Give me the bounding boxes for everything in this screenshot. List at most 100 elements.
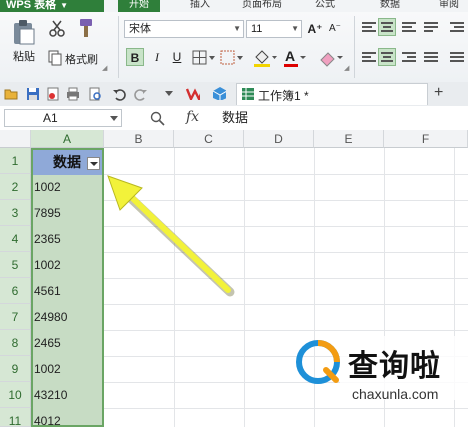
align-center-button[interactable]	[378, 48, 396, 66]
row-header-4[interactable]: 4	[0, 226, 31, 252]
undo-icon[interactable]	[112, 87, 126, 101]
search-magnifier-logo-icon	[296, 340, 340, 384]
app-menu-button[interactable]: WPS 表格 ▼	[0, 0, 104, 12]
column-selection-border	[31, 148, 104, 427]
new-tab-plus-icon[interactable]: +	[434, 84, 443, 102]
print-icon[interactable]	[66, 87, 80, 101]
formula-bar: A1 fx 数据	[0, 106, 468, 131]
row-header-1[interactable]: 1	[0, 148, 31, 174]
align-bottom-icon[interactable]	[402, 22, 416, 34]
font-color-glyph: A	[285, 48, 296, 64]
font-size-select[interactable]: 11 ▼	[246, 20, 302, 38]
font-name-value: 宋体	[129, 23, 151, 35]
row-header-8[interactable]: 8	[0, 330, 31, 356]
merge-cells-icon	[220, 50, 243, 65]
border-grid-icon	[192, 50, 215, 65]
chevron-down-icon: ▼	[291, 24, 299, 33]
row-header-3[interactable]: 3	[0, 200, 31, 226]
column-header-f[interactable]: F	[384, 130, 468, 148]
align-right-icon[interactable]	[402, 52, 416, 64]
indent-icon[interactable]	[450, 22, 464, 34]
row-header-5[interactable]: 5	[0, 252, 31, 278]
font-color-swatch	[284, 64, 298, 67]
copy-icon	[48, 50, 62, 66]
tab-home[interactable]: 开始	[118, 0, 160, 12]
shrink-font-button[interactable]: A⁻	[326, 20, 344, 38]
font-color-button[interactable]: A	[282, 48, 308, 68]
insert-function-button[interactable]: fx	[186, 109, 199, 125]
distribute-icon[interactable]	[450, 52, 464, 64]
chevron-down-icon[interactable]	[110, 116, 119, 122]
row-header-9[interactable]: 9	[0, 356, 31, 382]
cloud-cube-icon[interactable]	[212, 86, 226, 100]
align-middle-button[interactable]	[378, 18, 396, 36]
column-header-c[interactable]: C	[174, 130, 244, 148]
paste-icon	[14, 20, 35, 45]
font-name-select[interactable]: 宋体 ▼	[124, 20, 244, 38]
tab-page-layout[interactable]: 页面布局	[232, 0, 292, 12]
paste-button[interactable]: 粘贴	[4, 18, 44, 68]
group-launcher-icon[interactable]: ◢	[102, 64, 107, 72]
format-painter-icon-button[interactable]	[74, 18, 110, 40]
scissors-icon	[49, 20, 65, 37]
row-header-2[interactable]: 2	[0, 174, 31, 200]
formula-input[interactable]: 数据	[222, 109, 462, 127]
select-all-corner[interactable]	[0, 130, 31, 148]
eraser-icon	[320, 52, 343, 67]
grow-font-button[interactable]: A⁺	[306, 20, 324, 38]
italic-button[interactable]: I	[148, 48, 166, 66]
column-header-d[interactable]: D	[244, 130, 314, 148]
print-preview-icon[interactable]	[88, 87, 102, 101]
spreadsheet-grid[interactable]: A B C D E F 1 2 3 4 5 6 7 8 9 10 11 1002…	[0, 130, 468, 428]
redo-icon[interactable]	[134, 87, 148, 101]
zoom-magnifier-icon[interactable]	[150, 111, 166, 127]
tab-review[interactable]: 审阅	[430, 0, 468, 12]
tab-insert[interactable]: 插入	[180, 0, 220, 12]
cell-reference: A1	[43, 111, 58, 125]
align-center-icon	[381, 52, 395, 64]
column-header-b[interactable]: B	[104, 130, 174, 148]
chevron-down-icon	[300, 56, 306, 59]
merge-cells-button[interactable]	[220, 50, 244, 66]
gridline	[314, 148, 315, 427]
open-folder-icon[interactable]	[4, 87, 18, 101]
align-middle-icon	[381, 22, 395, 34]
borders-button[interactable]	[192, 50, 216, 66]
cut-button[interactable]	[48, 20, 68, 38]
column-header-e[interactable]: E	[314, 130, 384, 148]
row-header-7[interactable]: 7	[0, 304, 31, 330]
fill-color-button[interactable]	[252, 48, 278, 68]
wps-logo-icon[interactable]	[186, 86, 200, 100]
align-left-icon[interactable]	[362, 52, 376, 64]
underline-button[interactable]: U	[168, 48, 186, 66]
justify-icon[interactable]	[424, 52, 438, 64]
save-icon[interactable]	[26, 87, 40, 101]
tab-formulas[interactable]: 公式	[305, 0, 345, 12]
wrap-text-icon[interactable]	[424, 22, 438, 34]
clear-format-button[interactable]	[318, 48, 344, 68]
name-box[interactable]: A1	[4, 109, 122, 127]
paint-bucket-icon	[254, 50, 277, 67]
tab-data[interactable]: 数据	[370, 0, 410, 12]
customize-dropdown-icon[interactable]	[164, 89, 178, 103]
paintbrush-icon	[80, 19, 92, 37]
bold-button[interactable]: B	[126, 48, 144, 66]
row-header-10[interactable]: 10	[0, 382, 31, 408]
font-size-value: 11	[251, 23, 263, 35]
export-pdf-icon[interactable]	[46, 87, 60, 101]
format-painter-button[interactable]: 格式刷	[65, 51, 98, 67]
app-menu-label: WPS 表格	[6, 0, 57, 11]
watermark-domain: chaxunla.com	[352, 386, 439, 402]
align-top-icon[interactable]	[362, 22, 376, 34]
document-tab-title: 工作簿1 *	[258, 89, 309, 103]
copy-button[interactable]	[48, 50, 64, 66]
row-header-6[interactable]: 6	[0, 278, 31, 304]
watermark-brand: 查询啦	[348, 350, 441, 383]
chevron-down-icon: ▼	[60, 1, 69, 10]
document-tab[interactable]: 工作簿1 *	[236, 83, 428, 105]
group-launcher-icon[interactable]: ◢	[344, 64, 349, 72]
row-header-11[interactable]: 11	[0, 408, 31, 428]
group-separator	[354, 16, 355, 78]
gridline	[244, 148, 245, 427]
column-header-a[interactable]: A	[31, 130, 104, 148]
